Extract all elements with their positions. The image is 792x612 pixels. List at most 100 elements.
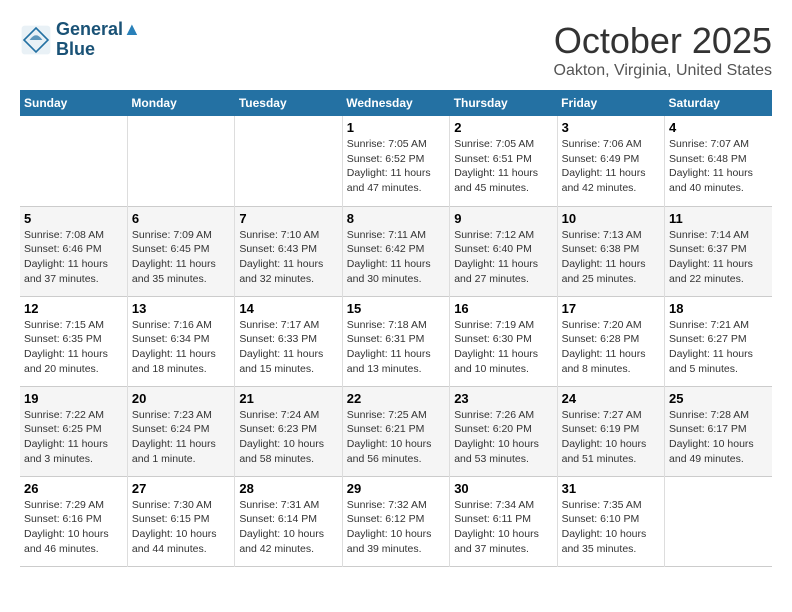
calendar-cell: 13 Sunrise: 7:16 AMSunset: 6:34 PMDayligh…: [127, 296, 234, 386]
calendar-cell: 16 Sunrise: 7:19 AMSunset: 6:30 PMDayligh…: [450, 296, 557, 386]
day-number: 25: [669, 391, 768, 406]
day-info: Sunrise: 7:25 AMSunset: 6:21 PMDaylight:…: [347, 408, 445, 467]
day-number: 5: [24, 211, 123, 226]
day-number: 10: [562, 211, 660, 226]
day-info: Sunrise: 7:23 AMSunset: 6:24 PMDaylight:…: [132, 408, 230, 467]
weekday-header-friday: Friday: [557, 90, 664, 116]
calendar-cell: 8 Sunrise: 7:11 AMSunset: 6:42 PMDaylight…: [342, 206, 449, 296]
week-row-1: 1Sunrise: 7:05 AMSunset: 6:52 PMDaylight…: [20, 116, 772, 206]
day-info: Sunrise: 7:12 AMSunset: 6:40 PMDaylight:…: [454, 228, 552, 287]
day-number: 18: [669, 301, 768, 316]
day-info: Sunrise: 7:30 AMSunset: 6:15 PMDaylight:…: [132, 498, 230, 557]
weekday-header-sunday: Sunday: [20, 90, 127, 116]
day-number: 13: [132, 301, 230, 316]
day-number: 27: [132, 481, 230, 496]
day-number: 26: [24, 481, 123, 496]
day-number: 3: [562, 120, 660, 135]
day-info: Sunrise: 7:09 AMSunset: 6:45 PMDaylight:…: [132, 228, 230, 287]
calendar-cell: 26 Sunrise: 7:29 AMSunset: 6:16 PMDayligh…: [20, 476, 127, 566]
day-number: 12: [24, 301, 123, 316]
day-info: Sunrise: 7:13 AMSunset: 6:38 PMDaylight:…: [562, 228, 660, 287]
day-number: 17: [562, 301, 660, 316]
day-number: 16: [454, 301, 552, 316]
day-info: Sunrise: 7:21 AMSunset: 6:27 PMDaylight:…: [669, 318, 768, 377]
calendar-cell: 6Sunrise: 7:09 AMSunset: 6:45 PMDaylight…: [127, 206, 234, 296]
calendar-cell: 28Sunrise: 7:31 AMSunset: 6:14 PMDayligh…: [235, 476, 342, 566]
day-info: Sunrise: 7:28 AMSunset: 6:17 PMDaylight:…: [669, 408, 768, 467]
calendar-cell: 1Sunrise: 7:05 AMSunset: 6:52 PMDaylight…: [342, 116, 449, 206]
day-info: Sunrise: 7:17 AMSunset: 6:33 PMDaylight:…: [239, 318, 337, 377]
day-info: Sunrise: 7:16 AMSunset: 6:34 PMDaylight:…: [132, 318, 230, 377]
day-number: 11: [669, 211, 768, 226]
day-info: Sunrise: 7:29 AMSunset: 6:16 PMDaylight:…: [24, 498, 123, 557]
weekday-header-thursday: Thursday: [450, 90, 557, 116]
calendar-cell: 7 Sunrise: 7:10 AMSunset: 6:43 PMDaylight…: [235, 206, 342, 296]
calendar-cell: 21 Sunrise: 7:24 AMSunset: 6:23 PMDayligh…: [235, 386, 342, 476]
day-number: 15: [347, 301, 445, 316]
calendar-cell: [235, 116, 342, 206]
day-number: 7: [239, 211, 337, 226]
day-info: Sunrise: 7:24 AMSunset: 6:23 PMDaylight:…: [239, 408, 337, 467]
day-info: Sunrise: 7:27 AMSunset: 6:19 PMDaylight:…: [562, 408, 660, 467]
day-info: Sunrise: 7:10 AMSunset: 6:43 PMDaylight:…: [239, 228, 337, 287]
weekday-header-monday: Monday: [127, 90, 234, 116]
calendar-cell: 20Sunrise: 7:23 AMSunset: 6:24 PMDayligh…: [127, 386, 234, 476]
day-info: Sunrise: 7:06 AMSunset: 6:49 PMDaylight:…: [562, 137, 660, 196]
calendar-cell: 9 Sunrise: 7:12 AMSunset: 6:40 PMDaylight…: [450, 206, 557, 296]
day-info: Sunrise: 7:05 AMSunset: 6:51 PMDaylight:…: [454, 137, 552, 196]
weekday-header-wednesday: Wednesday: [342, 90, 449, 116]
calendar-cell: 29 Sunrise: 7:32 AMSunset: 6:12 PMDayligh…: [342, 476, 449, 566]
day-number: 8: [347, 211, 445, 226]
day-info: Sunrise: 7:18 AMSunset: 6:31 PMDaylight:…: [347, 318, 445, 377]
calendar-cell: 4Sunrise: 7:07 AMSunset: 6:48 PMDaylight…: [665, 116, 772, 206]
day-number: 21: [239, 391, 337, 406]
day-info: Sunrise: 7:22 AMSunset: 6:25 PMDaylight:…: [24, 408, 123, 467]
day-info: Sunrise: 7:08 AMSunset: 6:46 PMDaylight:…: [24, 228, 123, 287]
calendar-cell: 27 Sunrise: 7:30 AMSunset: 6:15 PMDayligh…: [127, 476, 234, 566]
logo-text: General▲ Blue: [56, 20, 141, 60]
day-number: 19: [24, 391, 123, 406]
day-info: Sunrise: 7:14 AMSunset: 6:37 PMDaylight:…: [669, 228, 768, 287]
day-info: Sunrise: 7:35 AMSunset: 6:10 PMDaylight:…: [562, 498, 660, 557]
calendar-cell: 19 Sunrise: 7:22 AMSunset: 6:25 PMDayligh…: [20, 386, 127, 476]
calendar-cell: [20, 116, 127, 206]
calendar-cell: 24Sunrise: 7:27 AMSunset: 6:19 PMDayligh…: [557, 386, 664, 476]
day-info: Sunrise: 7:32 AMSunset: 6:12 PMDaylight:…: [347, 498, 445, 557]
calendar-cell: 23 Sunrise: 7:26 AMSunset: 6:20 PMDayligh…: [450, 386, 557, 476]
title-block: October 2025 Oakton, Virginia, United St…: [554, 20, 773, 80]
calendar-cell: 18 Sunrise: 7:21 AMSunset: 6:27 PMDayligh…: [665, 296, 772, 386]
calendar-cell: 10 Sunrise: 7:13 AMSunset: 6:38 PMDayligh…: [557, 206, 664, 296]
day-info: Sunrise: 7:26 AMSunset: 6:20 PMDaylight:…: [454, 408, 552, 467]
calendar-cell: 14 Sunrise: 7:17 AMSunset: 6:33 PMDayligh…: [235, 296, 342, 386]
day-info: Sunrise: 7:15 AMSunset: 6:35 PMDaylight:…: [24, 318, 123, 377]
week-row-5: 26 Sunrise: 7:29 AMSunset: 6:16 PMDayligh…: [20, 476, 772, 566]
day-number: 28: [239, 481, 337, 496]
calendar-cell: 3 Sunrise: 7:06 AMSunset: 6:49 PMDaylight…: [557, 116, 664, 206]
logo-icon: [20, 24, 52, 56]
day-info: Sunrise: 7:19 AMSunset: 6:30 PMDaylight:…: [454, 318, 552, 377]
day-number: 4: [669, 120, 768, 135]
day-info: Sunrise: 7:34 AMSunset: 6:11 PMDaylight:…: [454, 498, 552, 557]
day-number: 22: [347, 391, 445, 406]
weekday-header-row: SundayMondayTuesdayWednesdayThursdayFrid…: [20, 90, 772, 116]
week-row-2: 5 Sunrise: 7:08 AMSunset: 6:46 PMDaylight…: [20, 206, 772, 296]
page-header: General▲ Blue October 2025 Oakton, Virgi…: [20, 20, 772, 80]
day-number: 29: [347, 481, 445, 496]
calendar-cell: [127, 116, 234, 206]
day-number: 9: [454, 211, 552, 226]
weekday-header-tuesday: Tuesday: [235, 90, 342, 116]
day-number: 14: [239, 301, 337, 316]
day-number: 30: [454, 481, 552, 496]
calendar-cell: 12 Sunrise: 7:15 AMSunset: 6:35 PMDayligh…: [20, 296, 127, 386]
day-number: 23: [454, 391, 552, 406]
day-info: Sunrise: 7:11 AMSunset: 6:42 PMDaylight:…: [347, 228, 445, 287]
calendar-cell: 22 Sunrise: 7:25 AMSunset: 6:21 PMDayligh…: [342, 386, 449, 476]
weekday-header-saturday: Saturday: [665, 90, 772, 116]
calendar-cell: 5 Sunrise: 7:08 AMSunset: 6:46 PMDaylight…: [20, 206, 127, 296]
calendar-table: SundayMondayTuesdayWednesdayThursdayFrid…: [20, 90, 772, 567]
day-info: Sunrise: 7:05 AMSunset: 6:52 PMDaylight:…: [347, 137, 445, 196]
calendar-cell: 15 Sunrise: 7:18 AMSunset: 6:31 PMDayligh…: [342, 296, 449, 386]
logo: General▲ Blue: [20, 20, 141, 60]
week-row-4: 19 Sunrise: 7:22 AMSunset: 6:25 PMDayligh…: [20, 386, 772, 476]
calendar-cell: 2Sunrise: 7:05 AMSunset: 6:51 PMDaylight…: [450, 116, 557, 206]
